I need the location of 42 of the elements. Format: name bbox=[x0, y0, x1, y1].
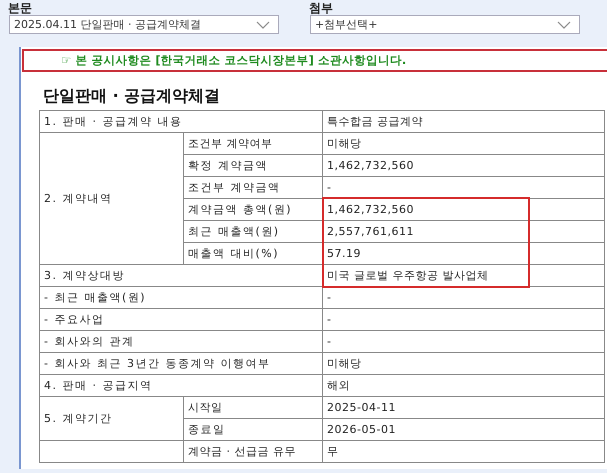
row-value: 57.19 bbox=[327, 247, 362, 260]
row-value: 2,557,761,611 bbox=[327, 225, 414, 238]
dropdown[interactable]: 2025.04.11 단일판매 · 공급계약체결 bbox=[9, 15, 279, 34]
row-value: - bbox=[327, 181, 332, 194]
row-label: - 최근 매출액(원) bbox=[44, 291, 146, 304]
row-value: 2026-05-01 bbox=[327, 423, 396, 436]
document-title: 단일판매 · 공급계약체결 bbox=[43, 86, 222, 107]
chevron-down-icon bbox=[256, 20, 270, 28]
sub-label: 조건부 계약여부 bbox=[188, 137, 272, 150]
row-label: - 회사와의 관계 bbox=[44, 335, 134, 348]
row-label: 1. 판매 · 공급계약 내용 bbox=[44, 115, 182, 128]
notice-text: ☞ 본 공시사항은 [한국거래소 코스닥시장본부] 소관사항입니다. bbox=[61, 53, 406, 68]
row-value: 미해당 bbox=[327, 357, 362, 370]
row-value: 특수합금 공급계약 bbox=[327, 115, 424, 128]
row-label: - 주요사업 bbox=[44, 313, 104, 326]
row-value: 1,462,732,560 bbox=[327, 159, 414, 172]
row-value: - bbox=[327, 291, 332, 304]
sub-label: 최근 매출액(원) bbox=[188, 225, 280, 238]
row-value: 1,462,732,560 bbox=[327, 203, 414, 216]
chevron-down-icon bbox=[557, 20, 571, 28]
dropdown[interactable]: +첨부선택+ bbox=[310, 15, 580, 34]
row-value: 2025-04-11 bbox=[327, 401, 396, 414]
row-label: - 회사와 최근 3년간 동종계약 이행여부 bbox=[44, 357, 270, 370]
field-label: 본문 bbox=[8, 1, 33, 15]
row-value: - bbox=[327, 313, 332, 326]
row-value: 미국 글로벌 우주항공 발사업체 bbox=[327, 269, 489, 282]
sub-label: 확정 계약금액 bbox=[188, 159, 268, 172]
sub-label: 계약금 · 선급금 유무 bbox=[188, 445, 296, 458]
sub-label: 계약금액 총액(원) bbox=[188, 203, 292, 216]
row-label: 4. 판매 · 공급지역 bbox=[44, 379, 152, 392]
sub-label: 시작일 bbox=[188, 401, 222, 414]
sub-label: 종료일 bbox=[188, 423, 226, 436]
row-label: 2. 계약내역 bbox=[44, 192, 112, 205]
sub-label: 매출액 대비(%) bbox=[188, 247, 280, 260]
row-label: 5. 계약기간 bbox=[44, 412, 112, 425]
row-value: 미해당 bbox=[327, 137, 362, 150]
row-label: 3. 계약상대방 bbox=[44, 269, 125, 282]
field-label: 첨부 bbox=[309, 1, 334, 15]
sub-label: 조건부 계약금액 bbox=[188, 181, 280, 194]
row-value: - bbox=[327, 335, 332, 348]
row-value: 무 bbox=[327, 445, 339, 458]
row-value: 해외 bbox=[327, 379, 350, 392]
